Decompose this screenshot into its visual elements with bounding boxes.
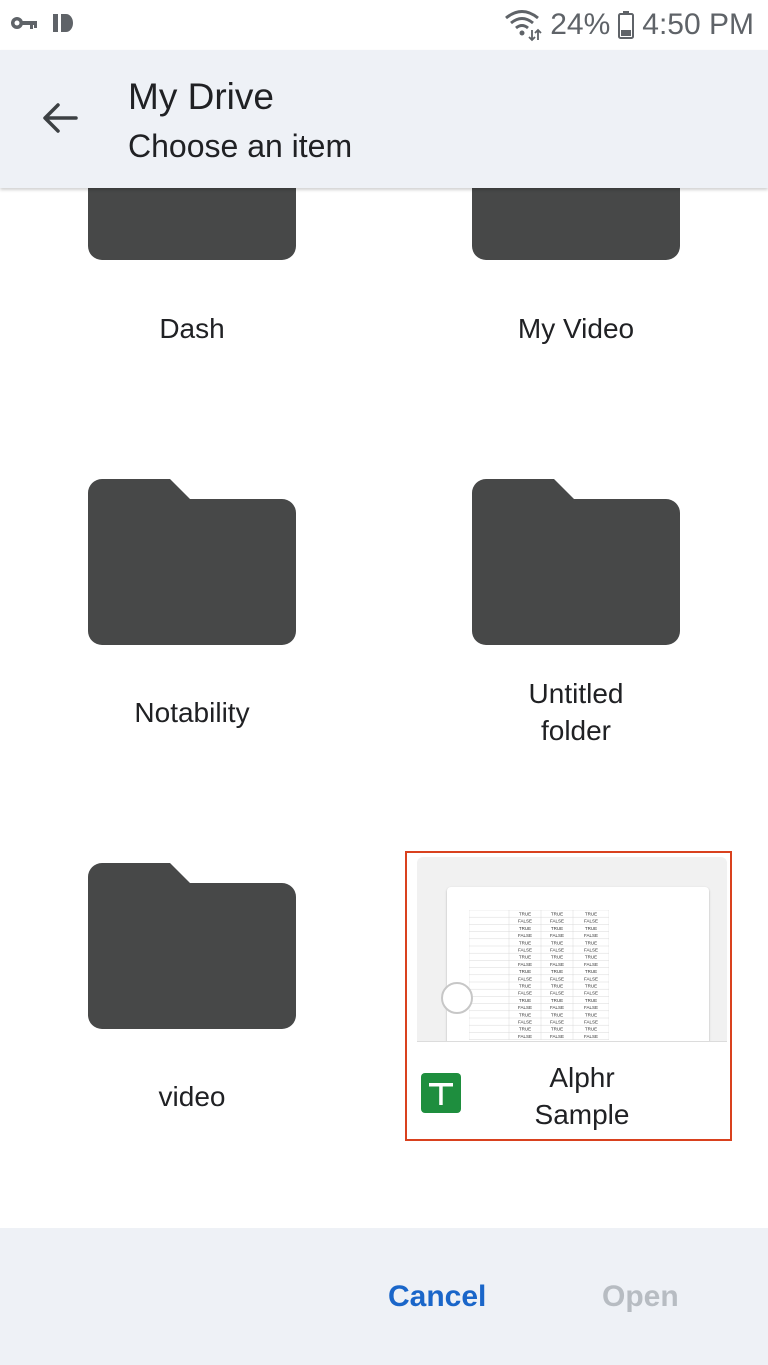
select-radio[interactable] — [441, 982, 473, 1014]
sheet-cell: FALSE — [550, 1034, 564, 1039]
sheet-cell: FALSE — [518, 1020, 532, 1025]
folder-icon — [88, 479, 296, 645]
sheet-cell: TRUE — [551, 984, 563, 989]
sheet-cell: TRUE — [519, 969, 531, 974]
folder-tile-notability[interactable]: Notability — [0, 458, 384, 842]
folder-icon — [472, 188, 680, 260]
folder-name: video — [158, 1081, 226, 1112]
sheet-cell: FALSE — [584, 1005, 598, 1010]
sheet-cell: FALSE — [518, 962, 532, 967]
folder-tile-dash[interactable]: Dash — [0, 188, 384, 378]
clock: 4:50 PM — [642, 8, 754, 41]
page-title: My Drive — [128, 76, 274, 117]
sheet-cell: TRUE — [551, 969, 563, 974]
back-button[interactable] — [30, 90, 90, 150]
sheet-cell: FALSE — [518, 976, 532, 981]
sheet-cell: TRUE — [585, 969, 597, 974]
file-tile-alphr-sample[interactable]: TRUE TRUE TRUE FALSE FALSE FALSE TRUE TRUE TRUE F… — [405, 851, 732, 1141]
sheet-cell: FALSE — [518, 1034, 532, 1039]
folder-tile-video[interactable]: video — [0, 842, 384, 1226]
key-icon — [10, 13, 38, 33]
sheet-cell: FALSE — [584, 976, 598, 981]
sheet-cell: FALSE — [550, 933, 564, 938]
wifi-icon — [504, 8, 542, 42]
sheet-cell: FALSE — [550, 991, 564, 996]
battery-icon — [618, 11, 635, 39]
file-thumbnail: TRUE TRUE TRUE FALSE FALSE FALSE TRUE TRUE TRUE F… — [417, 857, 727, 1042]
sheet-cell: TRUE — [551, 1027, 563, 1032]
sheet-cell: FALSE — [518, 948, 532, 953]
google-sheets-icon — [421, 1073, 461, 1113]
sheet-cell: FALSE — [550, 962, 564, 967]
sheet-cell: FALSE — [584, 991, 598, 996]
sheet-cell: TRUE — [551, 912, 563, 917]
page-subtitle: Choose an item — [128, 128, 353, 164]
sheet-cell: FALSE — [550, 1005, 564, 1010]
sheet-cell: FALSE — [518, 919, 532, 924]
sheet-cell: FALSE — [550, 948, 564, 953]
sheet-cell: TRUE — [585, 940, 597, 945]
sheet-cell: TRUE — [585, 912, 597, 917]
sheet-cell: TRUE — [519, 998, 531, 1003]
sheet-cell: TRUE — [519, 984, 531, 989]
file-name: Alphr Sample — [534, 1062, 630, 1130]
sheet-cell: FALSE — [550, 976, 564, 981]
sheet-cell: TRUE — [585, 998, 597, 1003]
sheet-cell: TRUE — [551, 998, 563, 1003]
sheet-cell: FALSE — [584, 948, 598, 953]
sheet-cell: TRUE — [585, 1012, 597, 1017]
sheet-cell: TRUE — [551, 940, 563, 945]
spreadsheet-preview: TRUE TRUE TRUE FALSE FALSE FALSE TRUE TRUE TRUE F… — [469, 910, 609, 1040]
sheet-cell: TRUE — [519, 1012, 531, 1017]
folder-icon — [88, 188, 296, 260]
sheet-cell: FALSE — [518, 933, 532, 938]
sheet-cell: FALSE — [584, 1020, 598, 1025]
folder-name: Dash — [159, 313, 225, 344]
sheet-cell: FALSE — [584, 919, 598, 924]
battery-percent: 24% — [550, 8, 611, 41]
sheet-cell: FALSE — [584, 1034, 598, 1039]
folder-name: Notability — [134, 697, 250, 728]
sheet-cell: TRUE — [585, 1027, 597, 1032]
sheet-cell: TRUE — [585, 984, 597, 989]
sheet-cell: FALSE — [550, 1020, 564, 1025]
id-icon — [52, 12, 74, 34]
arrow-back-icon[interactable] — [40, 98, 80, 143]
file-grid: Dash My Video Notability Untitled folder… — [0, 188, 768, 1228]
folder-icon — [472, 479, 680, 645]
open-button[interactable]: Open — [602, 1280, 679, 1314]
sheet-cell: TRUE — [519, 912, 531, 917]
cancel-button[interactable]: Cancel — [388, 1280, 486, 1314]
folder-icon — [88, 863, 296, 1029]
sheet-cell: FALSE — [518, 1005, 532, 1010]
sheet-cell: TRUE — [519, 1027, 531, 1032]
sheet-cell: TRUE — [519, 940, 531, 945]
sheet-cell: TRUE — [519, 955, 531, 960]
sheet-cell: TRUE — [519, 926, 531, 931]
sheet-cell: TRUE — [551, 1012, 563, 1017]
status-bar: 24% 4:50 PM — [0, 0, 768, 50]
folder-tile-my-video[interactable]: My Video — [384, 188, 768, 378]
dialog-footer: Cancel Open — [0, 1228, 768, 1365]
sheet-cell: TRUE — [551, 955, 563, 960]
folder-tile-untitled-folder[interactable]: Untitled folder — [384, 458, 768, 842]
app-bar: My Drive Choose an item — [0, 50, 768, 188]
folder-name: Untitled folder — [528, 678, 624, 746]
folder-name: My Video — [517, 313, 635, 344]
sheet-cell: TRUE — [551, 926, 563, 931]
sheet-cell: TRUE — [585, 955, 597, 960]
sheet-cell: FALSE — [518, 991, 532, 996]
sheet-cell: TRUE — [585, 926, 597, 931]
sheet-cell: FALSE — [584, 933, 598, 938]
sheet-cell: FALSE — [550, 919, 564, 924]
sheet-cell: FALSE — [584, 962, 598, 967]
thumbnail-page: TRUE TRUE TRUE FALSE FALSE FALSE TRUE TRUE TRUE F… — [447, 887, 709, 1041]
